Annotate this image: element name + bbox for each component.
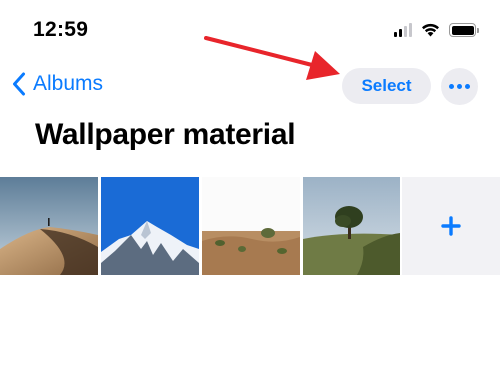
cellular-signal-icon xyxy=(394,23,412,37)
more-options-button[interactable] xyxy=(441,68,478,105)
back-button[interactable]: Albums xyxy=(12,72,103,96)
album-title: Wallpaper material xyxy=(35,118,296,151)
wifi-icon xyxy=(422,23,439,37)
photo-grid xyxy=(0,177,500,275)
back-button-label: Albums xyxy=(33,72,104,95)
photo-thumbnail-3[interactable] xyxy=(202,177,300,275)
status-icons xyxy=(394,20,479,40)
chevron-left-icon xyxy=(13,72,25,96)
ellipsis-icon xyxy=(449,84,470,89)
battery-icon xyxy=(449,23,479,37)
select-button[interactable]: Select xyxy=(342,68,431,104)
add-photo-button[interactable] xyxy=(402,177,500,275)
status-time: 12:59 xyxy=(33,18,89,41)
plus-icon xyxy=(441,216,461,236)
photo-thumbnail-1[interactable] xyxy=(0,177,98,275)
photo-thumbnail-4[interactable] xyxy=(303,177,400,275)
photo-thumbnail-2[interactable] xyxy=(101,177,199,275)
